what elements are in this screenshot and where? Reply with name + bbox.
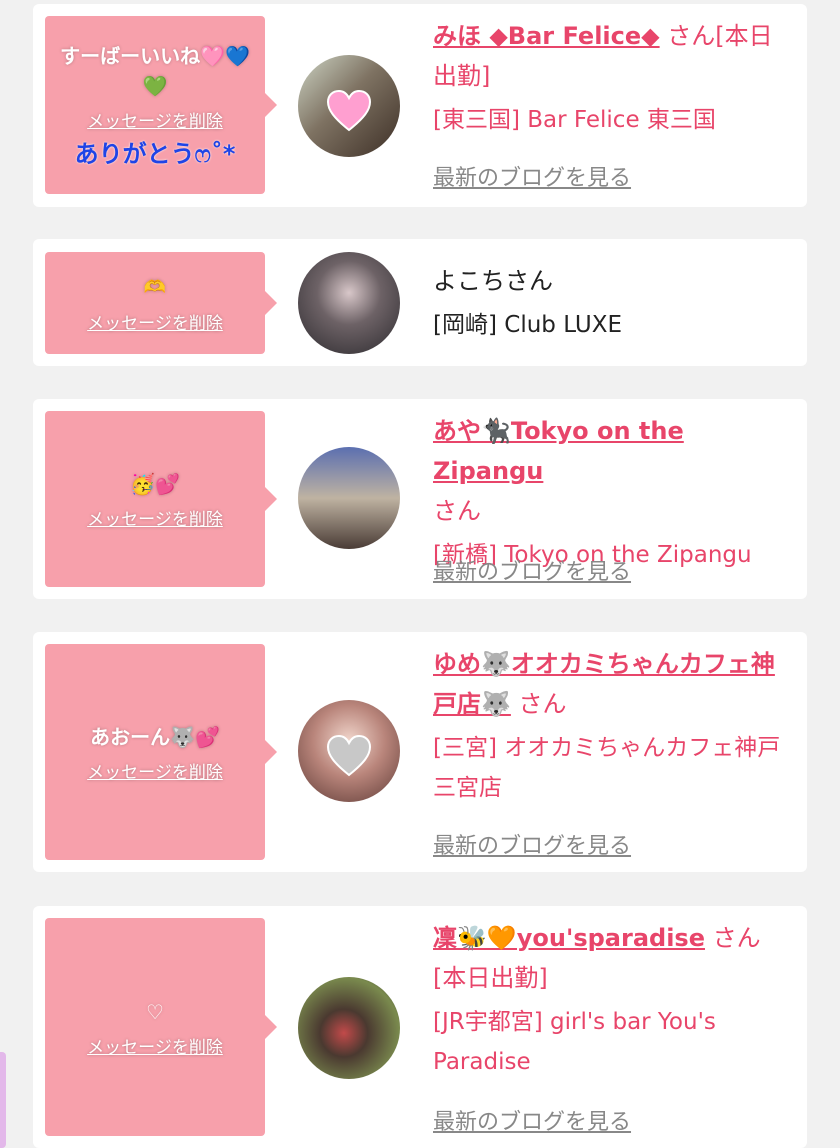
name-suffix: さん	[433, 497, 481, 525]
shop-name: [三宮] オオカミちゃんカフェ神戸三宮店	[433, 735, 781, 801]
message-card: 🥳💕 メッセージを削除 あや🐈‍⬛Tokyo on the Zipangu さん…	[33, 399, 807, 599]
girl-name-link[interactable]: みほ ◆Bar Felice◆	[433, 22, 660, 50]
avatar[interactable]	[298, 55, 400, 157]
girl-info: 凜🐝🧡you'sparadise さん[本日出勤] [JR宇都宮] girl's…	[433, 918, 793, 1082]
delete-message-link[interactable]: メッセージを削除	[87, 505, 223, 530]
delete-message-link[interactable]: メッセージを削除	[87, 107, 223, 132]
message-bubble: ♡ メッセージを削除	[45, 918, 277, 1136]
side-drawer-tab[interactable]	[0, 1052, 6, 1148]
shop-name: [JR宇都宮] girl's bar You's Paradise	[433, 1009, 716, 1075]
latest-blog-link[interactable]: 最新のブログを見る	[433, 554, 631, 586]
message-text: ♡	[146, 999, 164, 1024]
delete-message-link[interactable]: メッセージを削除	[87, 758, 223, 783]
avatar[interactable]	[298, 977, 400, 1079]
avatar[interactable]	[298, 700, 400, 802]
message-card: ♡ メッセージを削除 凜🐝🧡you'sparadise さん[本日出勤] [JR…	[33, 906, 807, 1148]
girl-name[interactable]: よこち	[433, 267, 505, 295]
girl-name-link[interactable]: あや🐈‍⬛Tokyo on the Zipangu	[433, 417, 684, 485]
girl-name-link[interactable]: 凜🐝🧡you'sparadise	[433, 924, 705, 952]
message-bubble: 🫶 メッセージを削除	[45, 252, 277, 354]
message-card: すーばーいいね🩷💙💚 メッセージを削除 ありがとうෆ˚* みほ ◆Bar Fel…	[33, 4, 807, 207]
pink-heart-sticker-icon	[326, 90, 372, 132]
gray-heart-sticker-icon	[326, 735, 372, 777]
delete-message-link[interactable]: メッセージを削除	[87, 1033, 223, 1058]
latest-blog-link[interactable]: 最新のブログを見る	[433, 828, 631, 860]
message-text: 🥳💕	[130, 471, 180, 496]
message-text: あおーん🐺💕	[90, 724, 220, 749]
delete-message-link[interactable]: メッセージを削除	[87, 309, 223, 334]
latest-blog-link[interactable]: 最新のブログを見る	[433, 160, 631, 192]
girl-name-link[interactable]: ゆめ🐺オオカミちゃんカフェ神戸店🐺	[433, 650, 775, 718]
girl-info: あや🐈‍⬛Tokyo on the Zipangu さん [新橋] Tokyo …	[433, 411, 793, 575]
shop-name: [岡崎] Club LUXE	[433, 312, 622, 338]
avatar[interactable]	[298, 252, 400, 354]
name-suffix: さん	[505, 267, 553, 295]
message-card: 🫶 メッセージを削除 よこちさん [岡崎] Club LUXE	[33, 239, 807, 366]
message-bubble: あおーん🐺💕 メッセージを削除	[45, 644, 277, 860]
message-text: すーばーいいね🩷💙💚	[60, 44, 250, 98]
message-bubble: 🥳💕 メッセージを削除	[45, 411, 277, 587]
girl-info: よこちさん [岡崎] Club LUXE	[433, 261, 793, 345]
girl-info: ゆめ🐺オオカミちゃんカフェ神戸店🐺 さん [三宮] オオカミちゃんカフェ神戸三宮…	[433, 644, 793, 808]
name-suffix: さん	[510, 690, 567, 718]
shop-name: [東三国] Bar Felice 東三国	[433, 107, 716, 133]
message-text: 🫶	[143, 276, 167, 298]
thanks-text: ありがとうෆ˚*	[74, 140, 236, 168]
avatar[interactable]	[298, 447, 400, 549]
latest-blog-link[interactable]: 最新のブログを見る	[433, 1104, 631, 1136]
message-card: あおーん🐺💕 メッセージを削除 ゆめ🐺オオカミちゃんカフェ神戸店🐺 さん [三宮…	[33, 632, 807, 872]
message-bubble: すーばーいいね🩷💙💚 メッセージを削除 ありがとうෆ˚*	[45, 16, 277, 194]
girl-info: みほ ◆Bar Felice◆ さん[本日出勤] [東三国] Bar Felic…	[433, 16, 793, 140]
